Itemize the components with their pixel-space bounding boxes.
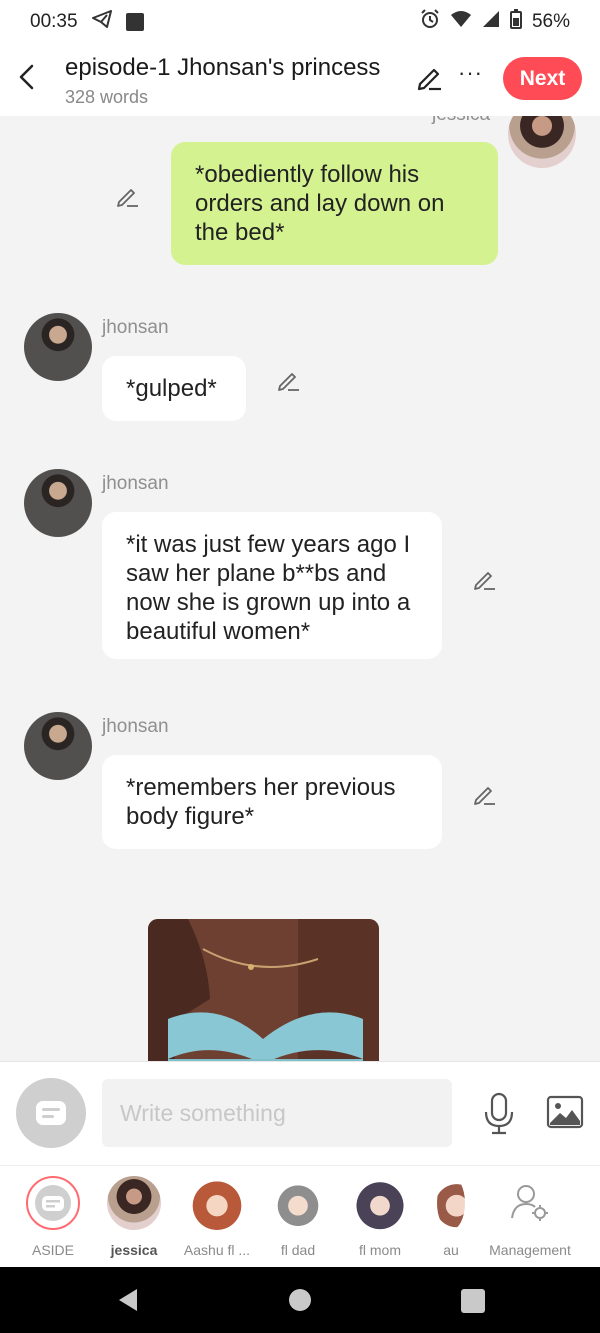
fl-mom-avatar bbox=[353, 1176, 407, 1230]
wifi-icon bbox=[450, 10, 472, 34]
message-speaker-name: jhonsan bbox=[102, 716, 169, 737]
message-bubble[interactable]: *gulped* bbox=[102, 356, 246, 421]
battery-icon bbox=[509, 9, 522, 35]
microphone-icon bbox=[484, 1092, 514, 1135]
jessica-avatar bbox=[107, 1176, 161, 1230]
back-button[interactable] bbox=[14, 62, 40, 92]
triangle-back-icon bbox=[119, 1289, 137, 1311]
message-speaker-name: jessica bbox=[432, 116, 490, 126]
word-count: 328 words bbox=[65, 87, 149, 107]
character-label: fl mom bbox=[359, 1242, 401, 1258]
management-icon bbox=[503, 1176, 557, 1230]
jhonsan-avatar[interactable] bbox=[24, 469, 92, 537]
edit-message-button[interactable] bbox=[276, 367, 302, 393]
voice-input-button[interactable] bbox=[482, 1092, 516, 1136]
message-speaker-name: jhonsan bbox=[102, 317, 169, 338]
character-label: jessica bbox=[110, 1242, 158, 1258]
aashu-avatar bbox=[190, 1176, 244, 1230]
character-jessica[interactable]: jessica bbox=[94, 1176, 174, 1258]
pencil-icon bbox=[278, 373, 299, 391]
character-management-button[interactable]: Management bbox=[484, 1176, 576, 1258]
message-input-bar bbox=[0, 1061, 600, 1165]
aside-icon bbox=[36, 1101, 66, 1125]
message-bubble[interactable]: *obediently follow his orders and lay do… bbox=[171, 142, 498, 265]
signal-icon bbox=[482, 10, 500, 34]
character-label: Management bbox=[489, 1242, 571, 1258]
nav-home-button[interactable] bbox=[289, 1289, 311, 1311]
chat-area[interactable]: jessica *obediently follow his orders an… bbox=[0, 116, 600, 1061]
pencil-icon bbox=[474, 787, 495, 805]
jhonsan-avatar[interactable] bbox=[24, 712, 92, 780]
status-time: 00:35 bbox=[30, 11, 78, 32]
edit-message-button[interactable] bbox=[472, 781, 498, 807]
jhonsan-avatar[interactable] bbox=[24, 313, 92, 381]
character-selector: ASIDE jessica Aashu fl ... fl dad fl mom… bbox=[0, 1165, 600, 1267]
more-options-button[interactable]: ··· bbox=[458, 60, 483, 86]
character-label: Aashu fl ... bbox=[183, 1242, 251, 1258]
character-label: fl dad bbox=[280, 1242, 316, 1258]
character-label: au bbox=[443, 1242, 459, 1258]
photo-thumbnail bbox=[148, 919, 379, 1061]
character-label: ASIDE bbox=[31, 1242, 74, 1258]
pencil-icon bbox=[474, 572, 495, 590]
message-speaker-name: jhonsan bbox=[102, 473, 169, 494]
message-bubble[interactable]: *it was just few years ago I saw her pla… bbox=[102, 512, 442, 659]
edit-message-button[interactable] bbox=[472, 566, 498, 592]
aside-toggle-button[interactable] bbox=[16, 1078, 86, 1148]
battery-percent: 56% bbox=[531, 11, 570, 32]
au-avatar bbox=[437, 1176, 465, 1230]
episode-title[interactable]: episode-1 Jhonsan's princess bbox=[65, 54, 380, 82]
message-image[interactable] bbox=[148, 919, 379, 1061]
nav-back-button[interactable] bbox=[117, 1288, 139, 1317]
aside-icon bbox=[26, 1176, 80, 1230]
notification-square-icon bbox=[125, 13, 144, 31]
fl-dad-avatar bbox=[271, 1176, 325, 1230]
character-aside[interactable]: ASIDE bbox=[13, 1176, 93, 1258]
telegram-icon bbox=[91, 10, 112, 34]
image-icon bbox=[546, 1095, 584, 1129]
insert-image-button[interactable] bbox=[546, 1095, 584, 1129]
next-button[interactable]: Next bbox=[503, 57, 582, 100]
editor-header: episode-1 Jhonsan's princess 328 words ·… bbox=[0, 44, 600, 116]
message-input[interactable] bbox=[102, 1079, 452, 1147]
system-nav-bar bbox=[0, 1267, 600, 1333]
status-bar: 00:35 56% bbox=[0, 0, 600, 44]
edit-message-button[interactable] bbox=[115, 183, 141, 209]
nav-recents-button[interactable] bbox=[461, 1289, 485, 1313]
message-bubble[interactable]: *remembers her previous body figure* bbox=[102, 755, 442, 849]
character-fl-dad[interactable]: fl dad bbox=[258, 1176, 338, 1258]
pencil-icon bbox=[417, 68, 441, 91]
chevron-left-icon bbox=[19, 64, 34, 90]
character-fl-mom[interactable]: fl mom bbox=[340, 1176, 420, 1258]
alarm-icon bbox=[420, 9, 440, 35]
character-au[interactable]: au bbox=[411, 1176, 491, 1258]
edit-title-button[interactable] bbox=[414, 62, 444, 92]
character-aashu[interactable]: Aashu fl ... bbox=[177, 1176, 257, 1258]
pencil-icon bbox=[117, 189, 138, 207]
jessica-avatar[interactable] bbox=[508, 116, 576, 168]
